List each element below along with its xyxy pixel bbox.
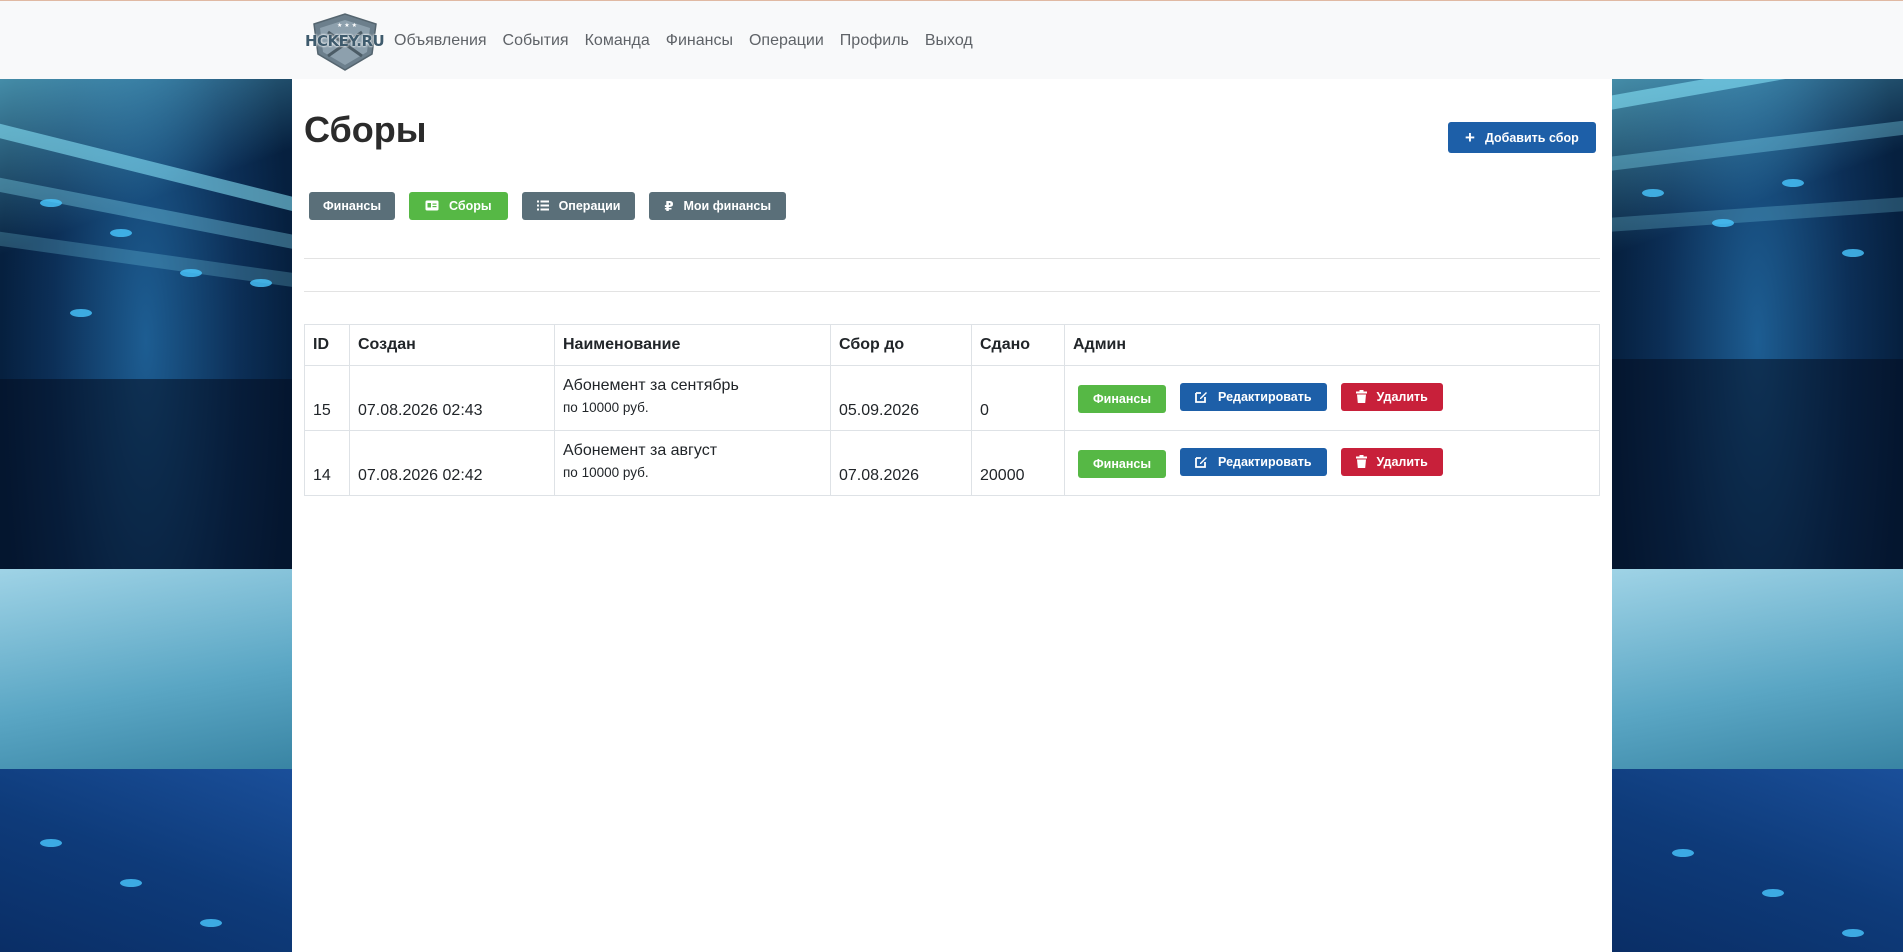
background-arena-right <box>1612 79 1903 952</box>
col-header-paid: Сдано <box>971 324 1065 366</box>
subnav-collections-label: Сборы <box>449 199 492 213</box>
add-collection-button[interactable]: + Добавить сбор <box>1448 122 1596 153</box>
row-edit-label: Редактировать <box>1218 390 1312 405</box>
subnav-operations-button[interactable]: Операции <box>521 192 636 220</box>
row-edit-button[interactable]: Редактировать <box>1180 383 1327 412</box>
ruble-icon: ₽ <box>664 198 674 214</box>
collection-amount: по 10000 руб. <box>563 465 649 480</box>
row-delete-button[interactable]: Удалить <box>1340 383 1443 412</box>
main-container: Сборы + Добавить сбор Финансы Сборы Опер… <box>292 79 1612 952</box>
col-header-id: ID <box>304 324 350 366</box>
nav-link-finances[interactable]: Финансы <box>658 32 741 50</box>
row-finances-label: Финансы <box>1093 456 1152 471</box>
row-edit-button[interactable]: Редактировать <box>1180 448 1327 477</box>
cell-name: Абонемент за сентябрь по 10000 руб. <box>554 365 831 431</box>
trash-icon <box>1355 454 1367 470</box>
row-finances-button[interactable]: Финансы <box>1078 384 1167 413</box>
cell-due: 05.09.2026 <box>830 365 972 431</box>
row-delete-button[interactable]: Удалить <box>1340 448 1443 477</box>
id-card-icon <box>425 200 439 213</box>
subnav-my-finances-label: Мои финансы <box>683 199 772 213</box>
col-header-name: Наименование <box>554 324 831 366</box>
trash-icon <box>1355 389 1367 405</box>
divider-top <box>304 258 1600 259</box>
edit-icon <box>1195 390 1208 405</box>
subnav-finances-label: Финансы <box>323 199 382 213</box>
cell-due: 07.08.2026 <box>830 430 972 496</box>
table-row: 15 07.08.2026 02:43 Абонемент за сентябр… <box>304 365 1600 431</box>
list-icon <box>536 200 549 213</box>
top-navbar: ★ ★ ★ HCKEY.RU Объявления События Команд… <box>0 0 1903 79</box>
row-edit-label: Редактировать <box>1218 455 1312 470</box>
row-finances-button[interactable]: Финансы <box>1078 449 1167 478</box>
collections-table: ID Создан Наименование Сбор до Сдано Адм… <box>304 324 1600 496</box>
row-finances-label: Финансы <box>1093 391 1152 406</box>
col-header-admin: Админ <box>1064 324 1600 366</box>
nav-link-logout[interactable]: Выход <box>917 32 981 50</box>
subnav-my-finances-button[interactable]: ₽ Мои финансы <box>649 192 787 220</box>
add-collection-label: Добавить сбор <box>1484 130 1579 145</box>
nav-link-events[interactable]: События <box>495 32 577 50</box>
table-row: 14 07.08.2026 02:42 Абонемент за август … <box>304 430 1600 496</box>
subnav-finances-button[interactable]: Финансы <box>309 192 396 220</box>
nav-link-profile[interactable]: Профиль <box>832 32 917 50</box>
collection-amount: по 10000 руб. <box>563 400 649 415</box>
nav-link-operations[interactable]: Операции <box>741 32 832 50</box>
cell-paid: 20000 <box>971 430 1065 496</box>
cell-name: Абонемент за август по 10000 руб. <box>554 430 831 496</box>
subnav-collections-button[interactable]: Сборы <box>409 192 508 220</box>
cell-created: 07.08.2026 02:42 <box>349 430 555 496</box>
col-header-created: Создан <box>349 324 555 366</box>
table-header-row: ID Создан Наименование Сбор до Сдано Адм… <box>304 324 1600 366</box>
page-title: Сборы <box>304 109 427 150</box>
nav-link-team[interactable]: Команда <box>577 32 658 50</box>
cell-id: 14 <box>304 430 350 496</box>
finance-subnav: Финансы Сборы Операции ₽ Мои финансы <box>309 192 800 220</box>
subnav-operations-label: Операции <box>558 199 621 213</box>
background-arena-left <box>0 79 292 952</box>
divider-bottom <box>304 291 1600 292</box>
cell-admin: Финансы Редактировать Удалить <box>1064 430 1600 496</box>
plus-icon: + <box>1465 128 1475 147</box>
row-delete-label: Удалить <box>1376 455 1428 470</box>
collection-name: Абонемент за сентябрь <box>563 377 739 394</box>
nav-link-announcements[interactable]: Объявления <box>386 32 495 50</box>
col-header-due: Сбор до <box>830 324 972 366</box>
cell-id: 15 <box>304 365 350 431</box>
cell-admin: Финансы Редактировать Удалить <box>1064 365 1600 431</box>
edit-icon <box>1195 455 1208 470</box>
cell-paid: 0 <box>971 365 1065 431</box>
collection-name: Абонемент за август <box>563 442 718 459</box>
brand-logo[interactable]: ★ ★ ★ HCKEY.RU <box>305 10 385 72</box>
cell-created: 07.08.2026 02:43 <box>349 365 555 431</box>
row-delete-label: Удалить <box>1376 390 1428 405</box>
svg-text:★ ★ ★: ★ ★ ★ <box>337 22 357 29</box>
brand-text: HCKEY.RU <box>305 32 385 50</box>
